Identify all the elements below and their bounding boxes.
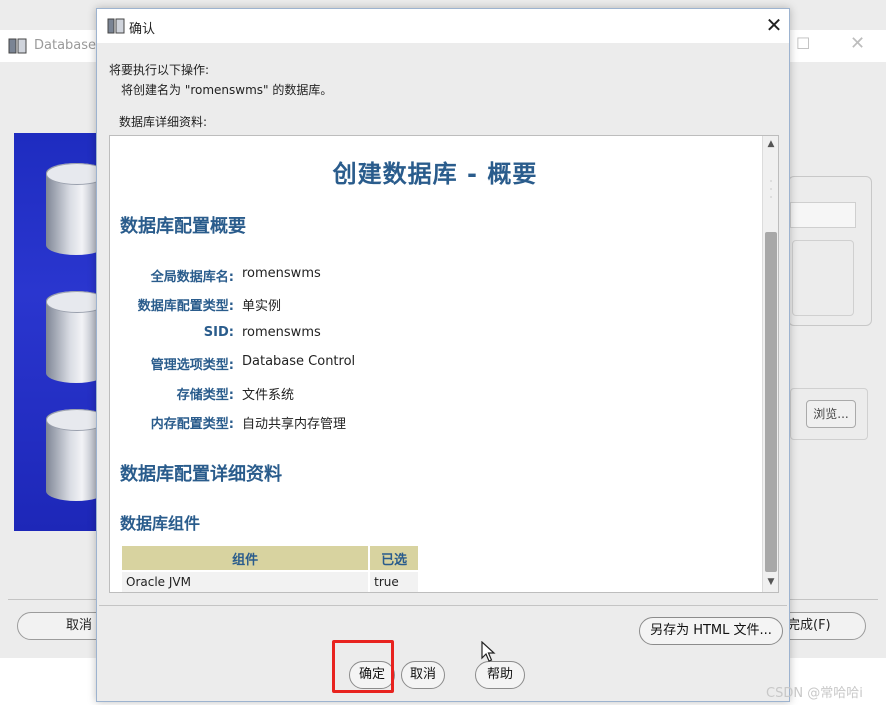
save-as-html-button[interactable]: 另存为 HTML 文件...	[639, 617, 783, 645]
table-cell: Oracle JVM	[119, 570, 371, 592]
table-row: Oracle JVM true	[119, 570, 420, 592]
section-heading: 数据库配置概要	[120, 216, 246, 237]
close-icon[interactable]: ✕	[763, 14, 785, 36]
field-label: 存储类型:	[176, 388, 234, 403]
summary-title: 创建数据库 - 概要	[332, 160, 538, 188]
field-label: 数据库配置类型:	[137, 299, 234, 314]
background-window-title: Database	[34, 38, 97, 53]
field-value: romenswms	[242, 266, 321, 281]
summary-html-view[interactable]: 创建数据库 - 概要 数据库配置概要 全局数据库名: romenswms 数据库…	[109, 135, 779, 593]
background-text-field[interactable]	[790, 202, 856, 228]
background-list-box[interactable]	[792, 240, 854, 316]
field-label: 管理选项类型:	[150, 358, 234, 373]
database-illustration	[14, 133, 98, 531]
watermark: CSDN @常哈哈i	[766, 686, 863, 701]
field-value: 文件系统	[242, 388, 295, 403]
browse-button[interactable]: 浏览...	[806, 400, 856, 428]
scroll-thumb[interactable]	[765, 232, 777, 572]
table-cell: true	[368, 570, 420, 592]
table-header-row: 组件 已选	[119, 544, 420, 572]
field-label: 内存配置类型:	[150, 417, 234, 432]
mouse-cursor-icon	[481, 641, 496, 662]
vertical-scrollbar[interactable]: ▲ · · · ▼	[762, 136, 778, 592]
dialog-message: 将创建名为 "romenswms" 的数据库。	[121, 83, 333, 97]
database-app-icon	[8, 38, 27, 54]
help-button[interactable]: 帮助	[475, 661, 525, 689]
field-value: 单实例	[242, 299, 282, 314]
divider	[99, 605, 787, 606]
cancel-button[interactable]: 取消	[401, 661, 445, 689]
confirm-dialog: 确认 ✕ 将要执行以下操作: 将创建名为 "romenswms" 的数据库。 数…	[96, 8, 790, 702]
scroll-down-arrow-icon[interactable]: ▼	[765, 576, 777, 588]
ok-button-highlight	[332, 640, 394, 693]
field-value: romenswms	[242, 325, 321, 340]
database-cylinder-icon	[46, 409, 98, 501]
details-label: 数据库详细资料:	[119, 115, 208, 129]
dialog-message: 将要执行以下操作:	[109, 63, 210, 77]
scroll-grip-icon: · · ·	[769, 177, 773, 202]
field-value: 自动共享内存管理	[242, 417, 347, 432]
field-label: 全局数据库名:	[150, 270, 234, 285]
section-heading: 数据库组件	[120, 514, 201, 533]
database-app-icon	[107, 18, 125, 34]
field-label: SID:	[203, 325, 234, 340]
table-header-cell: 组件	[119, 544, 371, 572]
dialog-title: 确认	[129, 22, 156, 37]
section-heading: 数据库配置详细资料	[120, 464, 282, 485]
database-cylinder-icon	[46, 163, 98, 255]
field-value: Database Control	[242, 354, 356, 369]
scroll-up-arrow-icon[interactable]: ▲	[765, 138, 777, 150]
table-header-cell: 已选	[368, 544, 420, 572]
close-icon[interactable]: ✕	[850, 34, 868, 54]
components-table: 组件 已选 Oracle JVM true	[119, 544, 420, 592]
database-cylinder-icon	[46, 291, 98, 383]
dialog-titlebar	[97, 9, 789, 43]
maximize-icon[interactable]: ☐	[796, 36, 812, 52]
